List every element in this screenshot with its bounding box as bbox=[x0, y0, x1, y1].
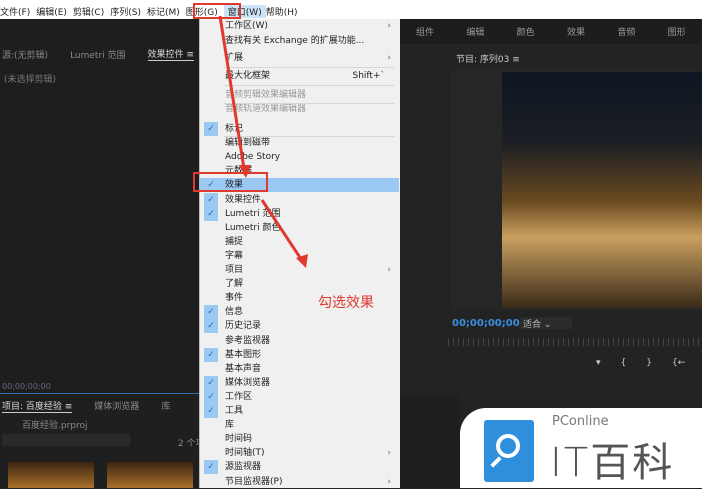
arrow-down-icon bbox=[218, 15, 247, 176]
magnifier-logo-icon bbox=[484, 420, 534, 482]
pconline-logo: PConline IT百科 bbox=[460, 408, 702, 488]
annotation-text: 勾选效果 bbox=[318, 295, 374, 311]
logo-name: IT百科 bbox=[550, 440, 675, 486]
arrow-diagonal-icon bbox=[260, 199, 305, 263]
logo-brand: PConline bbox=[552, 414, 609, 429]
